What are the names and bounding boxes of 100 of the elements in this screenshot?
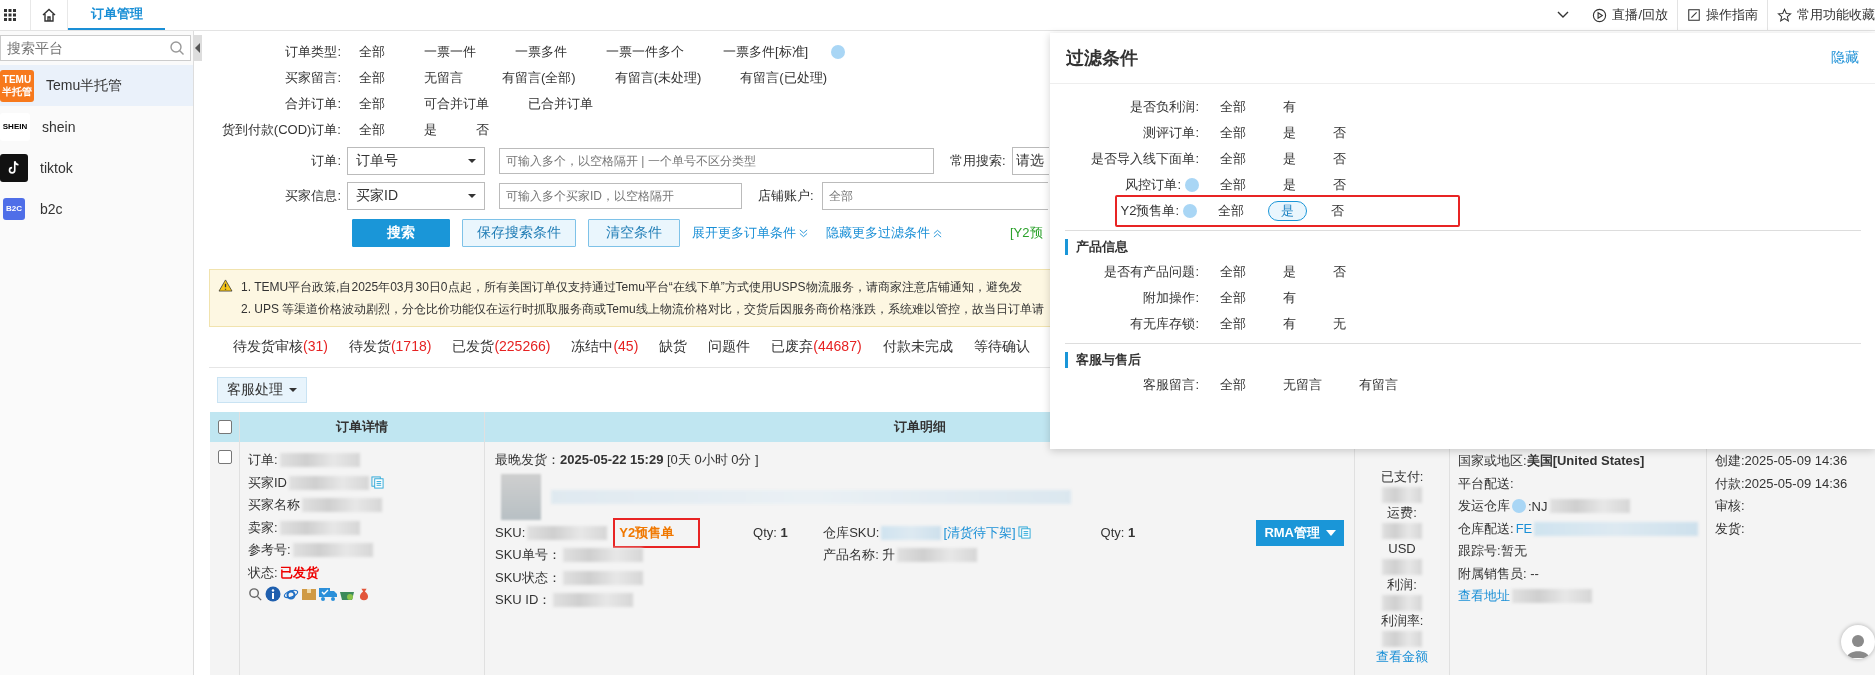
filter-option[interactable]: 全部 (1207, 262, 1259, 282)
filter-option[interactable]: 全部 (347, 93, 397, 115)
filter-option[interactable]: 全部 (347, 67, 397, 89)
collapse-handle[interactable] (194, 35, 202, 61)
filter-option[interactable]: 是 (1268, 201, 1307, 221)
filter-option[interactable]: 全部 (1207, 97, 1259, 117)
filter-option[interactable]: 一票一件多个 (594, 41, 696, 63)
filter-option[interactable]: 全部 (1207, 175, 1259, 195)
filter-option[interactable]: 否 (1320, 123, 1359, 143)
filter-option[interactable]: 已合并订单 (516, 93, 605, 115)
filter-option[interactable]: 是 (1270, 262, 1309, 282)
status-tab[interactable]: 已发货(225266) (452, 338, 551, 356)
search-field[interactable]: 搜索平台 (0, 35, 191, 61)
filter-label: 客服留言: (1142, 376, 1200, 394)
money-bag-icon[interactable] (357, 586, 371, 602)
filter-option[interactable]: 无留言 (1270, 375, 1335, 395)
box-icon[interactable] (301, 586, 317, 602)
filter-option[interactable]: 是 (1270, 149, 1309, 169)
filter-option[interactable]: 全部 (347, 119, 397, 141)
hide-link[interactable]: 隐藏 (1831, 49, 1859, 67)
filter-option[interactable]: 有留言(未处理) (602, 67, 714, 89)
buyer-input[interactable]: 可输入多个买家ID，以空格隔开 (499, 182, 742, 209)
status-tab[interactable]: 等待确认 (973, 338, 1030, 356)
status-tab[interactable]: 缺货 (659, 338, 688, 356)
filter-option[interactable]: 一票多件[标准] (711, 41, 821, 63)
status-tab[interactable]: 已废弃(44687) (771, 338, 862, 356)
filter-option[interactable]: 可合并订单 (412, 93, 501, 115)
filter-option[interactable]: 否 (1318, 201, 1357, 221)
filter-option[interactable]: 全部 (1207, 149, 1259, 169)
filter-option[interactable]: 否 (1320, 175, 1359, 195)
home-icon[interactable] (41, 7, 57, 23)
date-field: 创建:2025-05-09 14:36 (1715, 450, 1867, 473)
copy-icon[interactable] (1017, 526, 1031, 540)
platform-item[interactable]: B2C b2c (0, 188, 193, 229)
redacted-text (1382, 595, 1422, 611)
filter-option[interactable]: 全部 (1207, 314, 1259, 334)
order-input[interactable]: 可输入多个，以空格隔开 | 一个单号不区分类型 (499, 147, 934, 174)
filter-option[interactable]: 全部 (1207, 375, 1259, 395)
field-label: SKU状态： (495, 568, 561, 587)
filter-label: 风控订单: (1067, 176, 1207, 194)
filter-option[interactable]: 无 (1320, 314, 1359, 334)
filter-option[interactable]: 一票一件 (412, 41, 488, 63)
dropdown-button[interactable]: 客服处理 (217, 377, 307, 403)
filter-option[interactable]: 否 (1320, 262, 1359, 282)
truck-icon[interactable] (319, 586, 337, 602)
filter-option[interactable]: 是 (1270, 123, 1309, 143)
apps-grid-icon[interactable] (4, 9, 16, 21)
filter-option[interactable]: 有留言(已处理) (728, 67, 839, 89)
status-tab[interactable]: 待发货(1718) (348, 338, 432, 356)
filter-option[interactable]: 有 (1270, 97, 1309, 117)
form-button[interactable]: 清空条件 (588, 219, 680, 247)
amount-label: USD (1388, 540, 1416, 558)
toggle-link[interactable]: 展开更多订单条件 (692, 224, 808, 242)
common-search-select[interactable]: 请选 (1011, 146, 1049, 175)
buyer-type-select[interactable]: 买家ID (347, 181, 485, 210)
status-tab[interactable]: 问题件 (708, 338, 751, 356)
filter-label: 有无库存锁: (1129, 315, 1200, 333)
order-type-select[interactable]: 订单号 (347, 146, 485, 175)
toolbar-action[interactable]: 操作指南 (1678, 0, 1768, 30)
filter-option[interactable]: 全部 (1207, 288, 1259, 308)
filter-label: 合并订单: (284, 95, 342, 113)
quantity-text: Qty: 1 (1100, 523, 1137, 542)
filter-option[interactable]: 全部 (1205, 201, 1257, 221)
search-icon[interactable] (169, 40, 185, 56)
filter-option[interactable]: 是 (412, 119, 449, 141)
toggle-link[interactable]: 隐藏更多过滤条件 (826, 224, 942, 242)
filter-label: 是否导入线下面单: (1090, 150, 1200, 168)
filter-option[interactable]: 无留言 (412, 67, 475, 89)
filter-label: 买家留言: (284, 69, 342, 87)
checkbox[interactable] (217, 420, 232, 434)
status-tab[interactable]: 付款未完成 (882, 338, 953, 356)
filter-option[interactable]: 有 (1270, 288, 1309, 308)
filter-option[interactable]: 否 (1320, 149, 1359, 169)
filter-option[interactable]: 全部 (347, 41, 397, 63)
filter-option[interactable]: 一票多件 (503, 41, 579, 63)
filter-option[interactable]: 有 (1270, 314, 1309, 334)
chevron-down-icon[interactable] (1557, 11, 1570, 19)
shop-input[interactable]: 全部 (821, 181, 1048, 210)
status-tab[interactable]: 待发货审核(31) (233, 338, 328, 356)
platform-item[interactable]: TEMU 半托管 Temu半托管 (0, 65, 193, 106)
form-button[interactable]: 保存搜索条件 (462, 219, 576, 247)
platform-item[interactable]: SHEIN shein (0, 106, 193, 147)
filter-option[interactable]: 有留言(全部) (490, 67, 588, 89)
field-label: 卖家: (248, 518, 278, 537)
ship-deadline: 最晚发货：2025-05-22 15:29 [0天 0小时 0分 ] (495, 451, 759, 470)
status-tab[interactable]: 冻结中(45) (571, 338, 639, 356)
toolbar-action[interactable]: 常用功能收藏 (1768, 0, 1875, 30)
toolbar-action[interactable]: 直播/回放 (1583, 0, 1678, 30)
platform-item[interactable]: tiktok (0, 147, 193, 188)
presale-tag: Y2预售单 (613, 517, 701, 548)
address-field: 附属销售员: -- (1458, 564, 1539, 583)
notice-text: 1. TEMU平台政策,自2025年03月30日0点起，所有美国订单仅支持通过Temu平台“在线下单”方式使用USPS物流服务，请商家注意店铺通知，避免发 (241, 279, 1023, 296)
filter-option[interactable]: 全部 (1207, 123, 1259, 143)
search-icon[interactable] (248, 586, 263, 602)
copy-icon[interactable] (371, 476, 384, 490)
filter-option[interactable]: 否 (464, 119, 501, 141)
filter-option[interactable]: 是 (1270, 175, 1309, 195)
checkbox[interactable] (217, 450, 232, 464)
info-icon[interactable] (265, 586, 281, 602)
filter-option[interactable]: 有留言 (1346, 375, 1411, 395)
